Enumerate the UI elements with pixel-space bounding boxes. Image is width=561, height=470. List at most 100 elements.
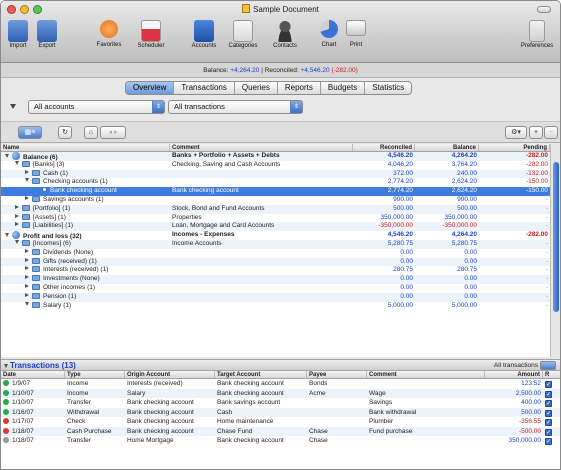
account-row[interactable]: Profit and loss (32) Incomes - Expenses 4,…: [1, 231, 552, 240]
disclosure-open-icon[interactable]: [25, 178, 29, 183]
account-row[interactable]: [Liabilities] (1) Loan, Mortgage and Card…: [1, 222, 552, 232]
account-row[interactable]: Dividends (None) 0.00 0.00 -: [1, 248, 552, 258]
transaction-row[interactable]: 1/9/07 Income Interests (received) Bank che…: [1, 379, 560, 389]
contacts-button[interactable]: Contacts: [266, 20, 304, 49]
account-row[interactable]: [Banks] (3) Checking, Saving and Cash Acc…: [1, 160, 552, 170]
export-button[interactable]: Export: [34, 20, 60, 49]
transactions-filter-popup[interactable]: All transactions ⇕: [168, 100, 303, 114]
column-header-payee[interactable]: Payee: [307, 371, 367, 378]
action-menu-button[interactable]: ⚙▾: [505, 126, 527, 139]
column-header-amount[interactable]: Amount: [485, 371, 543, 378]
transactions-collapse-icon[interactable]: [4, 364, 8, 368]
transactions-table: Date Type Origin Account Target Account …: [1, 371, 560, 469]
transaction-row[interactable]: 1/10/07 Income Salary Bank checking account…: [1, 388, 560, 398]
import-button[interactable]: Import: [5, 20, 31, 49]
add-button[interactable]: +: [529, 126, 543, 139]
remove-button[interactable]: −: [544, 126, 558, 139]
reconciled-checkbox-cell: ✓: [543, 408, 560, 418]
account-row-selected[interactable]: Bank checking account Bank checking accou…: [1, 187, 552, 196]
transaction-date-cell: 1/10/07: [1, 398, 65, 408]
disclosure-closed-icon[interactable]: [25, 257, 29, 262]
reconciled-checkbox[interactable]: ✓: [545, 428, 552, 436]
disclosure-open-icon[interactable]: [5, 233, 9, 238]
disclosure-open-icon[interactable]: [15, 160, 19, 165]
tab-transactions[interactable]: Transactions: [174, 82, 235, 94]
disclosure-closed-icon[interactable]: [25, 266, 29, 271]
transaction-row[interactable]: 1/16/07 Withdrawal Bank checking account Ca…: [1, 407, 560, 418]
column-header-origin-account[interactable]: Origin Account: [125, 371, 215, 378]
tab-queries[interactable]: Queries: [235, 82, 278, 94]
disclosure-closed-icon[interactable]: [25, 248, 29, 253]
disclosure-closed-icon[interactable]: [25, 283, 29, 288]
column-header-balance[interactable]: Balance: [415, 144, 479, 151]
disclosure-closed-icon[interactable]: [25, 292, 29, 297]
account-row[interactable]: [Incomes] (6) Income Accounts 5,280.75 5,28…: [1, 239, 552, 249]
column-header-name[interactable]: Name: [1, 144, 170, 151]
accounts-icon: [194, 20, 214, 42]
transaction-row[interactable]: 1/18/07 Transfer Home Mortgage Bank checkin…: [1, 436, 560, 446]
disclosure-open-icon[interactable]: [25, 301, 29, 306]
gear-icon: ⚙▾: [511, 129, 521, 136]
column-header-reconciled[interactable]: Reconciled: [353, 144, 415, 151]
account-row[interactable]: Balance (6) Banks + Portfolio + Assets + …: [1, 152, 552, 161]
view-mode-button[interactable]: ▦≡: [18, 126, 42, 139]
tab-budgets[interactable]: Budgets: [321, 82, 366, 94]
transactions-filter-toggle[interactable]: [540, 361, 556, 370]
disclosure-closed-icon[interactable]: [15, 222, 19, 227]
tab-statistics[interactable]: Statistics: [365, 82, 411, 94]
column-header-reconciled-flag[interactable]: R: [543, 371, 560, 378]
account-row[interactable]: Other incomes (1) 0.00 0.00 -: [1, 283, 552, 293]
reconciled-checkbox-cell: ✓: [543, 398, 560, 408]
home-button[interactable]: ⌂: [84, 126, 98, 139]
reconciled-checkbox[interactable]: ✓: [545, 419, 552, 426]
toolbar-toggle-button[interactable]: [537, 6, 551, 13]
transaction-row[interactable]: 1/10/07 Transfer Bank checking account Bank…: [1, 398, 560, 408]
collapse-toggle-icon[interactable]: [10, 104, 16, 109]
column-header-date[interactable]: Date: [1, 371, 65, 378]
transaction-row[interactable]: 1/18/07 Cash Purchase Bank checking accoun…: [1, 426, 560, 436]
column-header-comment[interactable]: Comment: [170, 144, 353, 151]
disclosure-closed-icon[interactable]: [25, 195, 29, 200]
chart-button[interactable]: Chart: [316, 20, 342, 48]
account-row[interactable]: Gifts (received) (1) 0.00 0.00 -: [1, 257, 552, 267]
account-row[interactable]: [Portfolio] (1) Stock, Bond and Fund Acco…: [1, 204, 552, 214]
history-nav-button[interactable]: ◂ ▸: [100, 126, 126, 139]
account-tree-scrollbar[interactable]: [550, 144, 560, 357]
categories-button[interactable]: Categories: [223, 20, 263, 49]
transactions-filter-label[interactable]: All transactions: [494, 362, 538, 369]
disclosure-closed-icon[interactable]: [25, 169, 29, 174]
column-header-type[interactable]: Type: [65, 371, 125, 378]
reconciled-checkbox[interactable]: ✓: [545, 390, 552, 398]
print-button[interactable]: Print: [344, 20, 368, 48]
disclosure-open-icon[interactable]: [15, 239, 19, 244]
account-row[interactable]: Pension (1) 0.00 0.00 -: [1, 292, 552, 302]
disclosure-closed-icon[interactable]: [15, 204, 19, 209]
account-row[interactable]: Checking accounts (1) 2,774.20 2,624.20 -15…: [1, 178, 552, 187]
disclosure-closed-icon[interactable]: [15, 213, 19, 218]
favorites-button[interactable]: Favorites: [91, 20, 127, 48]
disclosure-open-icon[interactable]: [5, 154, 9, 158]
account-row[interactable]: Investments (None) 0.00 0.00 -: [1, 275, 552, 284]
refresh-button[interactable]: ↻: [58, 126, 72, 139]
transaction-row[interactable]: 1/17/07 Check Bank checking account Home ma…: [1, 417, 560, 427]
disclosure-closed-icon[interactable]: [25, 275, 29, 280]
accounts-filter-popup[interactable]: All accounts ⇕: [28, 100, 165, 114]
preferences-button[interactable]: Preferences: [516, 20, 558, 49]
column-header-pending[interactable]: Pending: [479, 144, 550, 151]
tab-overview[interactable]: Overview: [126, 82, 175, 94]
scrollbar-thumb[interactable]: [553, 162, 559, 312]
account-row[interactable]: [Assets] (1) Properties 350,000.00 350,000.…: [1, 213, 552, 223]
account-row[interactable]: Interests (received) (1) 280.75 280.75 -: [1, 266, 552, 275]
reconciled-checkbox[interactable]: ✓: [545, 438, 552, 445]
reconciled-checkbox[interactable]: ✓: [545, 381, 552, 388]
accounts-button[interactable]: Accounts: [187, 20, 221, 49]
account-row[interactable]: Salary (1) 5,000.00 5,000.00 -: [1, 301, 552, 311]
column-header-comment[interactable]: Comment: [367, 371, 485, 378]
account-row[interactable]: Cash (1) 372.00 240.00 -132.00: [1, 169, 552, 179]
reconciled-checkbox[interactable]: ✓: [545, 409, 552, 417]
tab-reports[interactable]: Reports: [278, 82, 321, 94]
column-header-target-account[interactable]: Target Account: [215, 371, 307, 378]
account-row[interactable]: Savings accounts (1) 900.00 900.00 -: [1, 195, 552, 205]
scheduler-button[interactable]: Scheduler: [131, 20, 171, 49]
reconciled-checkbox[interactable]: ✓: [545, 400, 552, 407]
